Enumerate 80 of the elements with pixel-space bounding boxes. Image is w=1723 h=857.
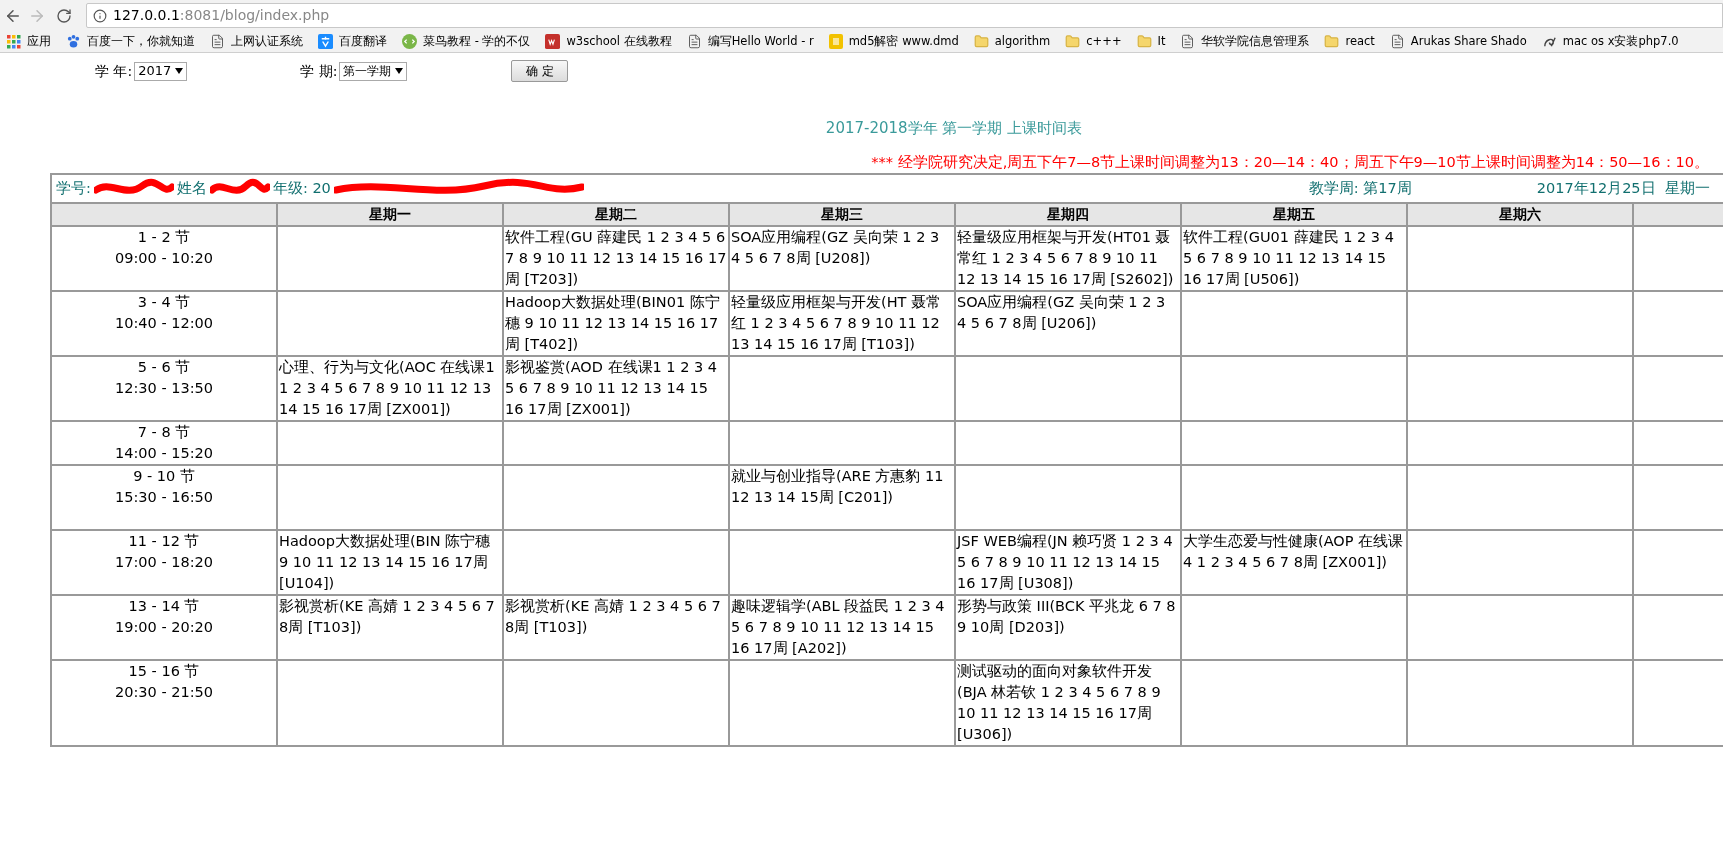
student-info-label: 年级: 20 [272, 178, 331, 198]
bookmark[interactable]: react [1324, 32, 1375, 51]
info-icon[interactable] [93, 8, 107, 23]
page-icon [1389, 34, 1405, 49]
apps-grid-icon [7, 34, 21, 49]
bookmark[interactable]: md5解密 www.dmd [828, 32, 959, 51]
page-icon [1180, 34, 1196, 49]
period-cell: 9 - 10 节 15:30 - 16:50 [51, 465, 277, 531]
course-cell: 影视赏析(KE 高婧 1 2 3 4 5 6 7 8周 [T103]) [277, 595, 503, 661]
course-cell: 影视鉴赏(AOD 在线课1 1 2 3 4 5 6 7 8 9 10 11 12 13 14 15 16 17周 [ZX001]) [503, 356, 729, 422]
folder-icon [973, 34, 989, 49]
schedule-title: 2017-2018学年 第一学期 上课时间表 [825, 119, 1083, 137]
bookmark[interactable]: Arukas Share Shado [1389, 32, 1527, 51]
paw-icon [66, 34, 81, 49]
course-cell: 趣味逻辑学(ABL 段益民 1 2 3 4 5 6 7 8 9 10 11 12 13 14 15 16 17周 [A202]) [729, 595, 955, 661]
letter-tile-icon [828, 34, 843, 49]
student-info-label: 姓名 [176, 178, 207, 198]
bookmark[interactable]: mac os x安装php7.0 [1541, 32, 1679, 51]
weekday-header: 星期五 [1181, 203, 1407, 227]
code-badge-icon [402, 34, 417, 49]
period-cell: 1 - 2 节 09:00 - 10:20 [51, 226, 277, 292]
period-cell: 13 - 14 节 19:00 - 20:20 [51, 595, 277, 661]
confirm-button[interactable]: 确 定 [511, 60, 569, 82]
course-cell: 心理、行为与文化(AOC 在线课1 1 2 3 4 5 6 7 8 9 10 11 12 13 14 15 16 17周 [ZX001]) [277, 356, 503, 422]
swirl-icon [1541, 34, 1557, 49]
period-cell: 11 - 12 节 17:00 - 18:20 [51, 530, 277, 596]
bookmark[interactable]: 百度一下，你就知道 [66, 32, 195, 51]
course-cell: 软件工程(GU01 薛建民 1 2 3 4 5 6 7 8 9 10 11 12 13 14 15 16 17周 [U506]) [1181, 226, 1407, 292]
period-cell: 3 - 4 节 10:40 - 12:00 [51, 291, 277, 357]
bookmark[interactable]: c+++ [1065, 32, 1122, 51]
term-select[interactable]: 第一学期 [339, 61, 408, 81]
course-cell: 大学生恋爱与性健康(AOP 在线课4 1 2 3 4 5 6 7 8周 [ZX001]) [1181, 530, 1407, 596]
folder-icon [1136, 34, 1152, 49]
course-cell: 软件工程(GU 薛建民 1 2 3 4 5 6 7 8 9 10 11 12 13 14 15 16 17周 [T203]) [503, 226, 729, 292]
square-badge-icon [545, 34, 561, 49]
weekday-header: 星期一 [277, 203, 503, 227]
course-cell: 影视赏析(KE 高婧 1 2 3 4 5 6 7 8周 [T103]) [503, 595, 729, 661]
course-cell: 轻量级应用框架与开发(HT 聂常红 1 2 3 4 5 6 7 8 9 10 11 12 13 14 15 16 17周 [T103]) [729, 291, 955, 357]
period-cell: 15 - 16 节 20:30 - 21:50 [51, 660, 277, 747]
bookmark[interactable]: 上网认证系统 [210, 32, 303, 51]
student-info-label: 学号: [56, 178, 91, 198]
current-date: 2017年12月25日 星期一 [1536, 178, 1710, 198]
bookmark[interactable]: 华软学院信息管理系 [1180, 32, 1310, 51]
page-icon [210, 34, 225, 49]
translate-icon [318, 34, 333, 49]
folder-icon [1324, 34, 1340, 49]
dropdown-caret-icon [175, 68, 184, 74]
course-cell: SOA应用编程(GZ 吴向荣 1 2 3 4 5 6 7 8周 [U206]) [955, 291, 1181, 357]
year-select[interactable]: 2017 [134, 61, 188, 81]
bookmark[interactable]: It [1136, 32, 1166, 51]
course-cell: SOA应用编程(GZ 吴向荣 1 2 3 4 5 6 7 8周 [U208]) [729, 226, 955, 292]
course-cell: Hadoop大数据处理(BIN 陈宁穗 9 10 11 12 13 14 15 16 17周 [U104]) [277, 530, 503, 596]
teaching-week: 教学周: 第17周 [1308, 178, 1412, 198]
bookmark[interactable]: w3school 在线教程 [545, 32, 672, 51]
weekday-header: 星期四 [955, 203, 1181, 227]
bookmark[interactable]: algorithm [973, 32, 1051, 51]
course-cell: 轻量级应用框架与开发(HT01 聂常红 1 2 3 4 5 6 7 8 9 10 11 12 13 14 15 16 17周 [S2602]) [955, 226, 1181, 292]
bookmark[interactable]: 编写Hello World - r [686, 32, 814, 51]
course-cell: Hadoop大数据处理(BIN01 陈宁穗 9 10 11 12 13 14 15 16 17周 [T402]) [503, 291, 729, 357]
bookmark[interactable]: 应用 [7, 32, 51, 51]
bookmark[interactable]: 百度翻译 [318, 32, 387, 51]
term-label: 学 期: [300, 61, 338, 81]
weekday-header: 星期六 [1407, 203, 1633, 227]
course-cell: 测试驱动的面向对象软件开发(BJA 林若钦 1 2 3 4 5 6 7 8 9 10 11 12 13 14 15 16 17周 [U306]) [955, 660, 1181, 747]
weekday-header: 星期二 [503, 203, 729, 227]
course-cell: 就业与创业指导(ARE 方惠豹 11 12 13 14 15周 [C201]) [729, 465, 955, 531]
url-text: 127.0.0.1:8081/blog/index.php [113, 6, 330, 25]
bookmark[interactable]: 菜鸟教程 - 学的不仅 [402, 32, 531, 51]
address-bar[interactable]: 127.0.0.1:8081/blog/index.php [86, 3, 1723, 28]
course-cell: 形势与政策 III(BCK 平兆龙 6 7 8 9 10周 [D203]) [955, 595, 1181, 661]
page-icon [686, 34, 702, 49]
reload-icon[interactable] [56, 7, 72, 24]
folder-icon [1065, 34, 1081, 49]
year-label: 学 年: [95, 61, 133, 81]
dropdown-caret-icon [395, 68, 404, 74]
course-cell: JSF WEB编程(JN 赖巧贤 1 2 3 4 5 6 7 8 9 10 11 12 13 14 15 16 17周 [U308]) [955, 530, 1181, 596]
weekday-header: 星期三 [729, 203, 955, 227]
period-cell: 5 - 6 节 12:30 - 13:50 [51, 356, 277, 422]
period-cell: 7 - 8 节 14:00 - 15:20 [51, 421, 277, 466]
notice-text: *** 经学院研究决定,周五下午7—8节上课时间调整为13：20—14：40；周五下午9—10节上课时间调整为14：50—16：10。 [871, 153, 1709, 170]
